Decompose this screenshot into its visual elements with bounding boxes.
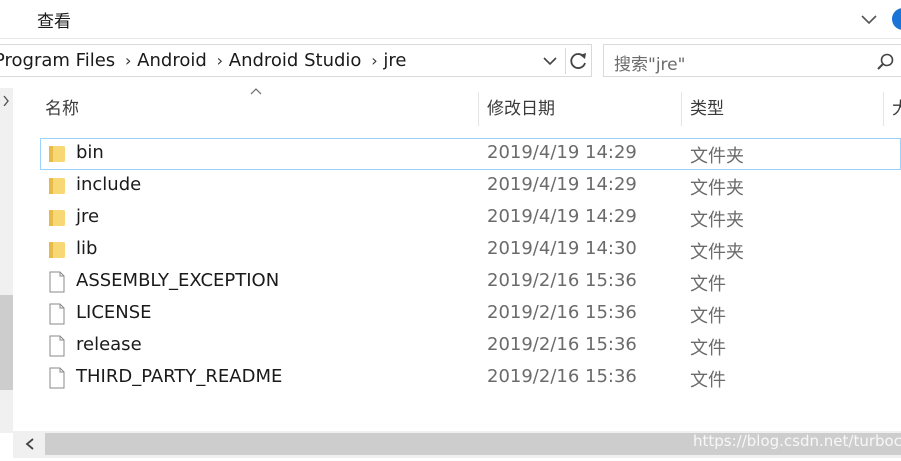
file-date: 2019/2/16 15:36: [487, 366, 637, 387]
file-type: 文件夹: [690, 178, 744, 199]
refresh-icon[interactable]: [565, 48, 592, 74]
column-divider[interactable]: [681, 92, 682, 126]
search-placeholder: 搜索"jre": [614, 55, 686, 75]
chevron-right-icon[interactable]: ›: [211, 51, 229, 70]
file-icon: [49, 335, 65, 357]
file-name: release: [76, 334, 142, 355]
folder-icon: [49, 210, 65, 226]
chevron-left-icon[interactable]: [23, 437, 37, 451]
list-item[interactable]: jre 2019/4/19 14:29 文件夹: [40, 202, 901, 234]
list-item[interactable]: ASSEMBLY_EXCEPTION 2019/2/16 15:36 文件: [40, 266, 901, 298]
list-item[interactable]: THIRD_PARTY_README 2019/2/16 15:36 文件: [40, 362, 901, 394]
chevron-right-icon[interactable]: ›: [365, 51, 383, 70]
address-bar[interactable]: Program Files › Android › Android Studio…: [0, 44, 592, 77]
ribbon-tab-view[interactable]: 查看: [37, 7, 71, 32]
file-date: 2019/4/19 14:29: [487, 142, 637, 163]
breadcrumb-item-program-files[interactable]: Program Files: [0, 50, 119, 71]
column-header-date[interactable]: 修改日期: [487, 88, 555, 130]
file-type: 文件夹: [690, 242, 744, 263]
file-list: bin 2019/4/19 14:29 文件夹 include 2019/4/1…: [40, 138, 901, 394]
ribbon: 查看: [0, 0, 901, 39]
chevron-down-icon[interactable]: [859, 9, 879, 29]
breadcrumb-item-android-studio[interactable]: Android Studio: [229, 50, 366, 71]
folder-icon: [49, 178, 65, 194]
file-type: 文件: [690, 306, 726, 327]
file-name: jre: [76, 206, 100, 227]
file-icon: [49, 303, 65, 325]
list-item[interactable]: release 2019/2/16 15:36 文件: [40, 330, 901, 362]
column-divider[interactable]: [478, 92, 479, 126]
list-item[interactable]: lib 2019/4/19 14:30 文件夹: [40, 234, 901, 266]
chevron-right-icon[interactable]: ›: [119, 51, 137, 70]
breadcrumb: Program Files › Android › Android Studio…: [0, 45, 411, 76]
file-name: THIRD_PARTY_README: [76, 366, 283, 387]
file-name: ASSEMBLY_EXCEPTION: [76, 270, 280, 291]
scrollbar-thumb[interactable]: [0, 295, 13, 390]
breadcrumb-item-jre[interactable]: jre: [383, 50, 410, 71]
file-date: 2019/2/16 15:36: [487, 334, 637, 355]
list-item[interactable]: LICENSE 2019/2/16 15:36 文件: [40, 298, 901, 330]
file-date: 2019/4/19 14:30: [487, 238, 637, 259]
sort-ascending-icon: [250, 88, 262, 95]
file-name: bin: [76, 142, 104, 163]
file-type: 文件: [690, 370, 726, 391]
watermark: https://blog.csdn.net/turbock: [693, 432, 901, 450]
breadcrumb-item-android[interactable]: Android: [137, 50, 211, 71]
column-header-type[interactable]: 类型: [690, 88, 724, 130]
file-date: 2019/4/19 14:29: [487, 206, 637, 227]
chevron-up-icon[interactable]: [1, 94, 13, 106]
search-icon[interactable]: [876, 52, 896, 72]
column-header-name[interactable]: 名称: [45, 88, 79, 130]
search-input[interactable]: 搜索"jre": [603, 44, 901, 77]
file-name: LICENSE: [76, 302, 152, 323]
help-icon[interactable]: [892, 8, 901, 30]
file-type: 文件: [690, 338, 726, 359]
file-icon: [49, 367, 65, 389]
column-header-size[interactable]: 大: [892, 88, 901, 130]
folder-icon: [49, 146, 65, 162]
file-date: 2019/2/16 15:36: [487, 270, 637, 291]
column-divider[interactable]: [883, 92, 884, 126]
file-type: 文件: [690, 274, 726, 295]
list-item[interactable]: bin 2019/4/19 14:29 文件夹: [40, 138, 901, 170]
file-name: include: [76, 174, 142, 195]
file-name: lib: [76, 238, 98, 259]
file-type: 文件夹: [690, 146, 744, 167]
navigation-pane-scrollbar[interactable]: [0, 88, 13, 433]
list-item[interactable]: include 2019/4/19 14:29 文件夹: [40, 170, 901, 202]
column-headers: 名称 修改日期 类型 大: [27, 88, 901, 130]
folder-icon: [49, 242, 65, 258]
chevron-down-icon[interactable]: [541, 52, 559, 70]
file-date: 2019/2/16 15:36: [487, 302, 637, 323]
file-type: 文件夹: [690, 210, 744, 231]
file-icon: [49, 271, 65, 293]
file-date: 2019/4/19 14:29: [487, 174, 637, 195]
